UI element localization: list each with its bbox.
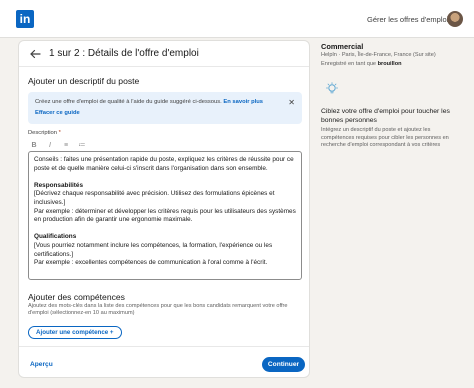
responsibilities-example: Par exemple : déterminer et développer l…: [34, 207, 296, 224]
editor-intro: Conseils : faites une présentation rapid…: [34, 156, 294, 172]
qualifications-line: [Vous pourriez notamment inclure les com…: [34, 241, 273, 258]
description-label: Description *: [28, 130, 61, 136]
saved-state: brouillon: [377, 61, 402, 67]
editor-toolbar: B I ≡ ≔: [30, 140, 86, 150]
saved-prefix: Enregistré en tant que: [321, 61, 378, 67]
qualifications-heading: Qualifications: [34, 233, 77, 241]
saved-status: Enregistré en tant que brouillon: [321, 61, 402, 67]
skills-description: Ajoutez des mots-clés dans la liste des …: [28, 303, 288, 317]
bullet-list-icon[interactable]: ≡: [62, 142, 70, 149]
clear-guide-link[interactable]: Effacer ce guide: [35, 110, 80, 116]
tip-title: Ciblez votre offre d'emploi pour toucher…: [321, 108, 450, 124]
required-mark: *: [58, 130, 61, 136]
manage-jobs-link[interactable]: Gérer les offres d'emploi: [367, 15, 448, 24]
tip-text: Intégrez un descriptif du poste et ajout…: [321, 127, 449, 149]
guide-info-text: Créez une offre d'emploi de qualité à l'…: [35, 99, 263, 105]
add-skill-button[interactable]: Ajouter une compétence +: [28, 326, 122, 339]
job-title: Commercial: [321, 42, 364, 51]
linkedin-logo-icon[interactable]: in: [16, 10, 34, 28]
guide-info-message: Créez une offre d'emploi de qualité à l'…: [35, 99, 222, 105]
job-meta: Helpln · Paris, Île-de-France, France (S…: [321, 52, 436, 58]
bold-icon[interactable]: B: [30, 142, 38, 149]
learn-more-link[interactable]: En savoir plus: [223, 99, 263, 105]
description-label-text: Description: [28, 130, 57, 136]
card-header: 1 sur 2 : Détails de l'offre d'emploi: [19, 41, 309, 67]
guide-info-banner: Créez une offre d'emploi de qualité à l'…: [28, 92, 302, 124]
preview-button[interactable]: Aperçu: [30, 361, 53, 368]
avatar[interactable]: [447, 11, 463, 27]
footer-divider: [19, 346, 309, 347]
numbered-list-icon[interactable]: ≔: [78, 141, 86, 149]
close-icon[interactable]: ✕: [288, 98, 295, 107]
italic-icon[interactable]: I: [46, 142, 54, 149]
continue-button[interactable]: Continuer: [262, 357, 305, 372]
section-title-description: Ajouter un descriptif du poste: [28, 76, 140, 86]
qualifications-example: Par exemple : excellentes compétences de…: [34, 259, 268, 267]
top-navigation: in Gérer les offres d'emploi: [0, 0, 474, 38]
description-editor[interactable]: Conseils : faites une présentation rapid…: [28, 151, 302, 280]
job-details-card: 1 sur 2 : Détails de l'offre d'emploi Aj…: [18, 40, 310, 378]
arrow-left-icon[interactable]: [29, 48, 41, 60]
lightbulb-icon: [326, 82, 338, 94]
responsibilities-heading: Responsabilités: [34, 181, 84, 189]
page-title: 1 sur 2 : Détails de l'offre d'emploi: [49, 48, 199, 59]
responsibilities-line: [Décrivez chaque responsabilité avec pré…: [34, 190, 275, 206]
section-title-skills: Ajouter des compétences: [28, 292, 125, 302]
